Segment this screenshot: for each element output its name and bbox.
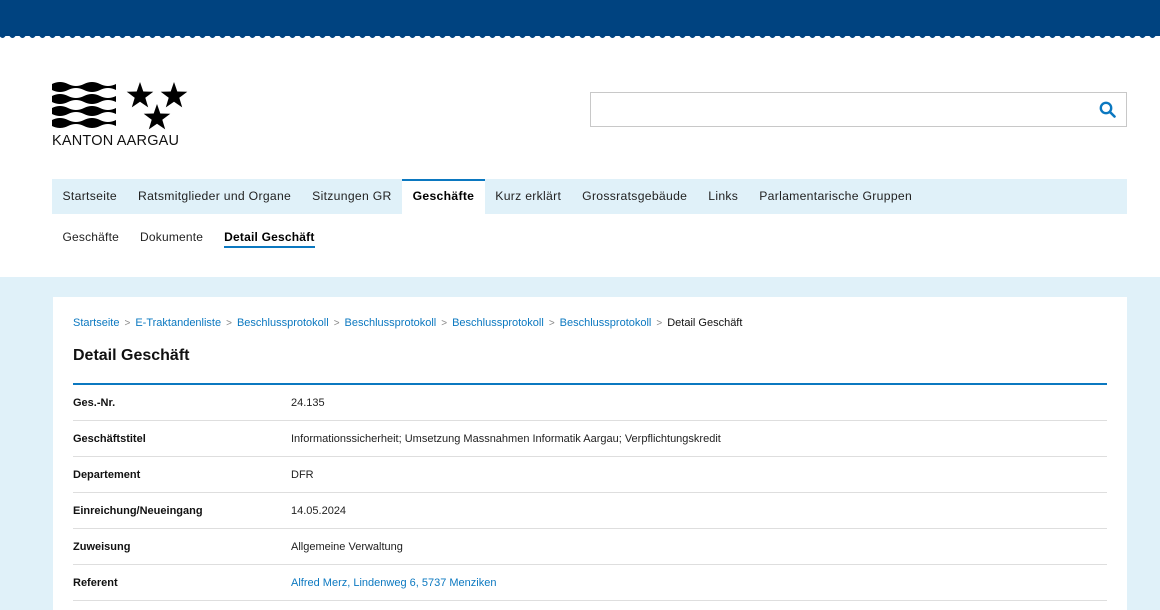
nav-item-kurz-erklaert[interactable]: Kurz erklärt	[485, 179, 572, 214]
breadcrumb: Startseite > E-Traktandenliste > Beschlu…	[73, 317, 742, 329]
sub-navigation: Geschäfte Dokumente Detail Geschäft	[52, 228, 325, 250]
nav-item-grossratsgebaeude[interactable]: Grossratsgebäude	[572, 179, 698, 214]
detail-label: Zuweisung	[73, 540, 131, 553]
breadcrumb-item-beschlussprotokoll[interactable]: Beschlussprotokoll	[345, 317, 437, 329]
detail-label: Ges.-Nr.	[73, 396, 116, 409]
detail-row-ges-nr: Ges.-Nr. 24.135	[73, 385, 1107, 421]
breadcrumb-separator-icon: >	[441, 317, 448, 329]
search-icon[interactable]	[1099, 101, 1116, 118]
breadcrumb-item-beschlussprotokoll[interactable]: Beschlussprotokoll	[237, 317, 329, 329]
breadcrumb-separator-icon: >	[124, 317, 131, 329]
detail-row-zuweisung: Zuweisung Allgemeine Verwaltung	[73, 529, 1107, 565]
breadcrumb-item-beschlussprotokoll[interactable]: Beschlussprotokoll	[452, 317, 544, 329]
nav-item-startseite[interactable]: Startseite	[52, 179, 127, 214]
detail-value: DFR	[291, 468, 314, 481]
breadcrumb-separator-icon: >	[226, 317, 232, 329]
detail-row-einreichung: Einreichung/Neueingang 14.05.2024	[73, 493, 1107, 529]
page-title: Detail Geschäft	[73, 347, 190, 364]
logo-text: KANTON AARGAU	[52, 133, 180, 149]
detail-value: 24.135	[291, 396, 325, 409]
detail-label: Einreichung/Neueingang	[73, 504, 203, 517]
detail-label: Departement	[73, 468, 141, 481]
detail-label: Geschäftstitel	[73, 432, 146, 445]
top-bar-wave-border	[0, 34, 1160, 38]
breadcrumb-separator-icon: >	[656, 317, 663, 329]
subnav-item-dokumente[interactable]: Dokumente	[130, 228, 214, 250]
detail-row-departement: Departement DFR	[73, 457, 1107, 493]
nav-item-parlamentarische-gruppen[interactable]: Parlamentarische Gruppen	[749, 179, 923, 214]
breadcrumb-separator-icon: >	[333, 317, 340, 329]
detail-row-geschaeftstitel: Geschäftstitel Informationssicherheit; U…	[73, 421, 1107, 457]
content-card: Startseite > E-Traktandenliste > Beschlu…	[53, 297, 1127, 610]
breadcrumb-item-beschlussprotokoll[interactable]: Beschlussprotokoll	[560, 317, 652, 329]
detail-value: Allgemeine Verwaltung	[291, 540, 403, 553]
breadcrumb-item-current: Detail Geschäft	[667, 317, 743, 329]
breadcrumb-item-e-traktandenliste[interactable]: E-Traktandenliste	[135, 317, 221, 329]
detail-row-referent: Referent Alfred Merz, Lindenweg 6, 5737 …	[73, 565, 1107, 601]
search-field[interactable]	[590, 92, 1127, 127]
referent-link[interactable]: Alfred Merz, Lindenweg 6, 5737 Menziken	[291, 577, 496, 589]
breadcrumb-separator-icon: >	[548, 317, 555, 329]
detail-table: Ges.-Nr. 24.135 Geschäftstitel Informati…	[73, 385, 1107, 601]
nav-item-ratsmitglieder[interactable]: Ratsmitglieder und Organe	[127, 179, 301, 214]
detail-value: 14.05.2024	[291, 504, 347, 517]
nav-item-geschaefte[interactable]: Geschäfte	[402, 179, 485, 214]
top-bar	[0, 0, 1160, 36]
breadcrumb-item-startseite[interactable]: Startseite	[73, 317, 119, 329]
subnav-item-detail-geschaeft-label: Detail Geschäft	[224, 229, 315, 248]
subnav-item-detail-geschaeft[interactable]: Detail Geschäft	[214, 228, 325, 250]
detail-label: Referent	[73, 576, 118, 589]
search-input[interactable]	[591, 93, 1081, 126]
nav-item-sitzungen[interactable]: Sitzungen GR	[302, 179, 402, 214]
subnav-item-geschaefte[interactable]: Geschäfte	[52, 228, 130, 250]
main-navigation: Startseite Ratsmitglieder und Organe Sit…	[52, 179, 1127, 214]
nav-item-links[interactable]: Links	[698, 179, 749, 214]
detail-value: Informationssicherheit; Umsetzung Massna…	[291, 432, 721, 445]
